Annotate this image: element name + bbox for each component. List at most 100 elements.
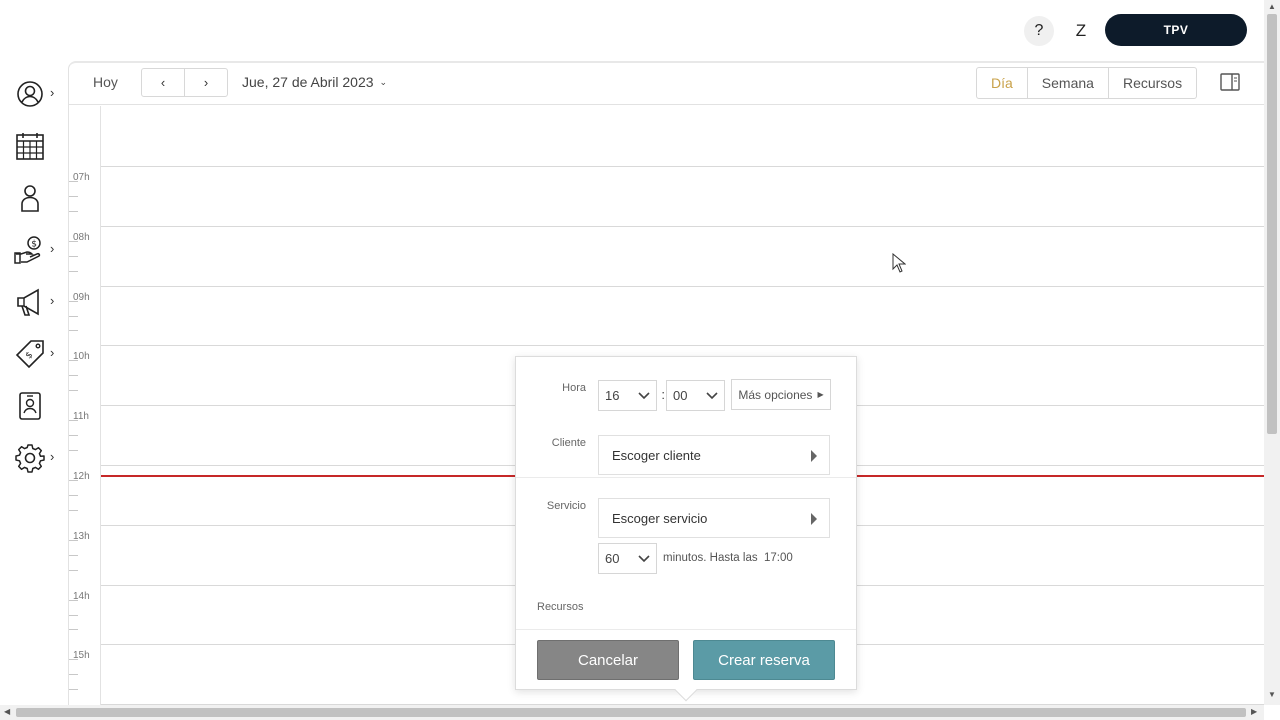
sidebar-item-pricing[interactable]: $ ›: [14, 336, 62, 372]
quarter-hour-tick: [69, 569, 78, 571]
sidebar-item-account[interactable]: ›: [14, 76, 62, 112]
divider: [516, 477, 856, 478]
quarter-hour-tick: [69, 195, 78, 197]
svg-text:$: $: [24, 350, 35, 361]
view-switcher: Día Semana Recursos: [976, 67, 1198, 99]
more-options-button[interactable]: Más opciones ▶: [731, 379, 831, 410]
prev-day-button[interactable]: ‹: [142, 69, 185, 96]
tab-resources[interactable]: Recursos: [1109, 68, 1196, 98]
time-separator: :: [661, 387, 665, 402]
quarter-hour-tick: [69, 240, 78, 242]
date-picker[interactable]: Jue, 27 de Abril 2023 ⌄: [242, 74, 387, 90]
horizontal-scroll-thumb[interactable]: [16, 708, 1246, 717]
money-hand-icon: $: [14, 236, 41, 264]
chevron-right-icon: ›: [50, 293, 55, 308]
contact-card-icon: [19, 392, 41, 420]
client-chooser-text: Escoger cliente: [612, 447, 701, 463]
servicio-label: Servicio: [546, 500, 586, 512]
side-panel-toggle-icon[interactable]: [1220, 73, 1240, 91]
quarter-hour-tick: [69, 210, 78, 212]
quarter-hour-tick: [69, 509, 78, 511]
new-booking-popup: Hora 16 : 00 Más opciones ▶ Cliente Esco…: [515, 356, 857, 702]
quarter-hour-tick: [69, 539, 78, 541]
end-time: 17:00: [764, 552, 793, 564]
date-label: Jue, 27 de Abril 2023: [242, 74, 374, 90]
quarter-hour-tick: [69, 674, 78, 676]
vertical-scrollbar[interactable]: ▲ ▼: [1264, 0, 1280, 705]
tab-day[interactable]: Día: [977, 68, 1028, 98]
minute-select[interactable]: 00: [666, 380, 725, 411]
more-options-label: Más opciones: [738, 387, 813, 402]
help-button[interactable]: ?: [1024, 16, 1054, 46]
quarter-hour-tick: [69, 479, 78, 481]
quarter-hour-tick: [69, 375, 78, 377]
minute-value: 00: [673, 388, 688, 403]
quarter-hour-tick: [69, 255, 78, 257]
hour-select[interactable]: 16: [598, 380, 657, 411]
service-chooser[interactable]: Escoger servicio: [598, 498, 830, 538]
cancel-button[interactable]: Cancelar: [537, 640, 679, 680]
sidebar-item-clients[interactable]: [14, 180, 62, 216]
duration-suffix: minutos. Hasta las: [663, 552, 758, 564]
chevron-right-icon: ›: [50, 241, 55, 256]
hour-gridline: [101, 225, 1264, 227]
duration-text: minutos. Hasta las 17:00: [663, 552, 793, 564]
chevron-down-icon: ⌄: [379, 76, 388, 87]
person-icon: [21, 185, 39, 212]
chevron-right-icon: ›: [50, 345, 55, 360]
quarter-hour-tick: [69, 420, 78, 422]
quarter-hour-tick: [69, 689, 78, 691]
quarter-hour-tick: [69, 360, 78, 362]
date-nav-group: ‹ ›: [141, 68, 228, 97]
megaphone-icon: [17, 288, 39, 316]
quarter-hour-tick: [69, 180, 78, 182]
hour-value: 16: [605, 388, 620, 403]
quarter-hour-tick: [69, 435, 78, 437]
tpv-button[interactable]: TPV: [1105, 14, 1247, 46]
app-root: ? Z TPV › $ › › $ › › Hoy ‹ › Jue, 27 de…: [0, 0, 1280, 720]
cliente-label: Cliente: [551, 437, 586, 449]
scroll-right-icon[interactable]: ▶: [1251, 707, 1257, 716]
sidebar-item-marketing[interactable]: ›: [14, 284, 62, 320]
quarter-hour-tick: [69, 494, 78, 496]
user-account-button[interactable]: Z: [1066, 16, 1096, 46]
quarter-hour-tick: [69, 554, 78, 556]
today-button[interactable]: Hoy: [93, 74, 118, 90]
duration-select[interactable]: 60: [598, 543, 657, 574]
hour-gridline: [101, 166, 1264, 167]
caret-right-icon: ▶: [817, 390, 824, 399]
hour-gridline: [101, 285, 1264, 287]
sidebar-item-finance[interactable]: $ ›: [14, 232, 62, 268]
scroll-up-icon[interactable]: ▲: [1268, 2, 1276, 11]
hora-label: Hora: [562, 382, 586, 394]
svg-text:$: $: [31, 240, 37, 250]
user-circle-icon: [17, 81, 43, 107]
vertical-scroll-thumb[interactable]: [1267, 14, 1277, 434]
chevron-down-icon: [638, 554, 650, 562]
quarter-hour-tick: [69, 270, 78, 272]
horizontal-scrollbar[interactable]: ◀ ▶: [0, 705, 1264, 720]
price-tag-icon: $: [15, 340, 44, 369]
scroll-down-icon[interactable]: ▼: [1268, 690, 1276, 699]
quarter-hour-tick: [69, 300, 78, 302]
chevron-right-icon: ›: [50, 449, 55, 464]
quarter-hour-tick: [69, 659, 78, 661]
quarter-hour-tick: [69, 390, 78, 392]
sidebar-item-staff[interactable]: [14, 388, 62, 424]
scroll-left-icon[interactable]: ◀: [4, 707, 10, 716]
chevron-down-icon: [638, 391, 650, 399]
chevron-right-icon: ›: [50, 85, 55, 100]
sidebar-item-settings[interactable]: ›: [14, 440, 62, 476]
client-chooser[interactable]: Escoger cliente: [598, 435, 830, 475]
service-chooser-text: Escoger servicio: [612, 510, 708, 526]
tab-week[interactable]: Semana: [1028, 68, 1109, 98]
next-day-button[interactable]: ›: [185, 69, 227, 96]
quarter-hour-tick: [69, 315, 78, 317]
caret-right-icon: [811, 450, 817, 462]
create-booking-button[interactable]: Crear reserva: [693, 640, 835, 680]
mouse-cursor-icon: [892, 253, 906, 273]
quarter-hour-tick: [69, 450, 78, 452]
quarter-hour-tick: [69, 599, 78, 601]
quarter-hour-tick: [69, 629, 78, 631]
sidebar-item-calendar[interactable]: [14, 128, 62, 164]
